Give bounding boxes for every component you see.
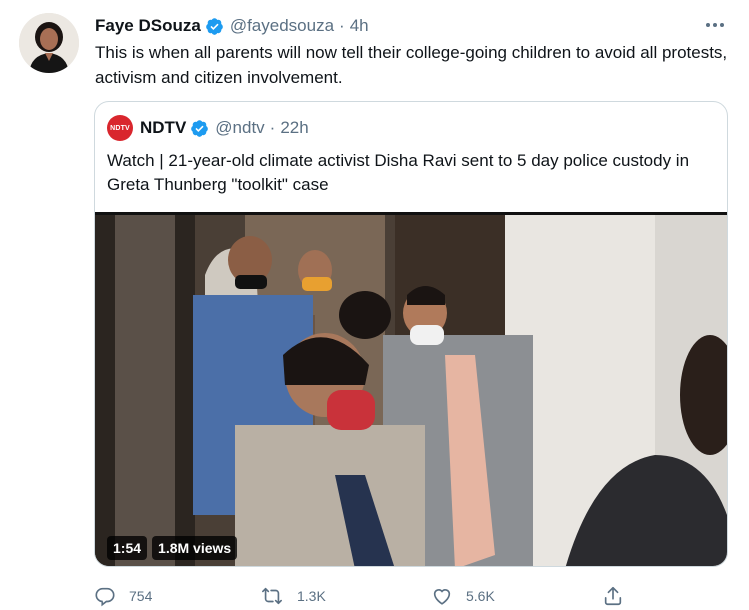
video-duration: 1:54 xyxy=(107,536,148,560)
retweet-icon xyxy=(262,587,282,605)
tweet-header: Faye DSouza @fayedsouza · 4h xyxy=(95,14,729,38)
separator-dot: · xyxy=(339,16,345,35)
more-options-icon[interactable] xyxy=(701,12,729,38)
quoted-author-handle[interactable]: @ndtv xyxy=(215,118,264,138)
author-handle[interactable]: @fayedsouza xyxy=(230,16,334,36)
like-button[interactable]: 5.6K xyxy=(431,582,495,610)
avatar-image xyxy=(19,13,79,73)
share-button[interactable] xyxy=(602,582,637,610)
share-icon xyxy=(604,586,622,606)
tweet-actions: 754 1.3K 5.6K xyxy=(94,582,734,610)
heart-icon xyxy=(433,589,451,605)
video-player[interactable]: 1:54 1.8M views xyxy=(95,212,727,566)
verified-badge-icon xyxy=(205,17,224,36)
ndtv-logo-text: NDTV xyxy=(110,124,130,132)
reply-count: 754 xyxy=(129,588,153,604)
reply-icon xyxy=(95,587,115,607)
like-count: 5.6K xyxy=(466,588,495,604)
author-avatar[interactable] xyxy=(19,13,79,73)
verified-badge-icon xyxy=(190,119,209,138)
quoted-author-name[interactable]: NDTV xyxy=(140,118,186,138)
quoted-tweet-header: NDTV NDTV @ndtv · 22h xyxy=(107,115,309,141)
quoted-timestamp[interactable]: 22h xyxy=(280,118,308,138)
quoted-tweet[interactable]: NDTV NDTV @ndtv · 22h Watch | 21-year-ol… xyxy=(94,101,728,567)
tweet-text: This is when all parents will now tell t… xyxy=(95,43,728,87)
reply-button[interactable]: 754 xyxy=(94,582,152,610)
retweet-count: 1.3K xyxy=(297,588,326,604)
author-name[interactable]: Faye DSouza xyxy=(95,16,201,36)
video-thumbnail xyxy=(95,215,727,566)
video-views: 1.8M views xyxy=(152,536,238,560)
video-badges: 1:54 1.8M views xyxy=(107,536,238,560)
retweet-button[interactable]: 1.3K xyxy=(260,582,326,610)
tweet-timestamp[interactable]: 4h xyxy=(350,16,369,36)
separator-dot: · xyxy=(269,118,276,137)
ndtv-avatar[interactable]: NDTV xyxy=(107,115,133,141)
quoted-tweet-text: Watch | 21-year-old climate activist Dis… xyxy=(107,151,690,194)
